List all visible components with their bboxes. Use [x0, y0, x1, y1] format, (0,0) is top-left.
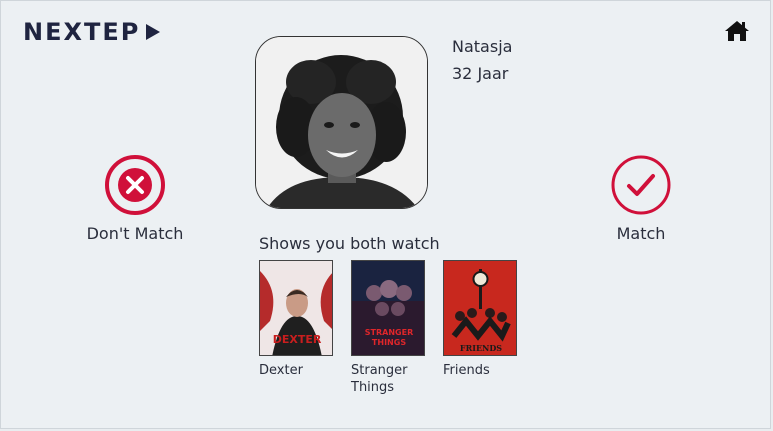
friends-poster: FRIENDS [443, 260, 517, 356]
show-title: Dexter [259, 363, 303, 378]
nextep-logo: NEXTEP [23, 18, 162, 46]
dexter-poster-title: DEXTER [273, 333, 322, 346]
app-window: NEXTEP Natasja 32 Jaar Don't Match Match… [0, 0, 771, 429]
stranger-things-poster-title-1: STRANGER [365, 328, 413, 337]
logo-text: NEXTEP [23, 18, 141, 46]
profile-age: 32 Jaar [452, 64, 509, 83]
home-icon [725, 21, 749, 41]
show-title: Friends [443, 363, 490, 378]
dexter-poster-image: DEXTER [260, 261, 332, 355]
close-circle-icon [105, 155, 165, 215]
shows-section-title: Shows you both watch [259, 234, 440, 253]
stranger-things-poster: STRANGER THINGS [351, 260, 425, 356]
match-label: Match [616, 224, 666, 243]
dont-match-button[interactable]: Don't Match [79, 154, 191, 243]
match-button[interactable]: Match [596, 154, 686, 243]
show-item[interactable]: DEXTER Dexter [259, 260, 334, 379]
play-triangle-icon [146, 24, 161, 40]
friends-poster-title: FRIENDS [460, 343, 502, 353]
profile-photo-image [256, 37, 427, 208]
home-button[interactable] [724, 19, 750, 43]
dexter-poster: DEXTER [259, 260, 333, 356]
show-title: Stranger Things [351, 363, 408, 395]
stranger-things-poster-image: STRANGER THINGS [352, 261, 424, 355]
dont-match-label: Don't Match [86, 224, 184, 243]
show-item[interactable]: FRIENDS Friends [443, 260, 518, 379]
show-item[interactable]: STRANGER THINGS Stranger Things [351, 260, 426, 396]
stranger-things-poster-title-2: THINGS [372, 338, 406, 347]
profile-name: Natasja [452, 37, 513, 56]
check-circle-icon [611, 155, 671, 215]
profile-photo [255, 36, 428, 209]
friends-poster-image: FRIENDS [444, 261, 516, 355]
